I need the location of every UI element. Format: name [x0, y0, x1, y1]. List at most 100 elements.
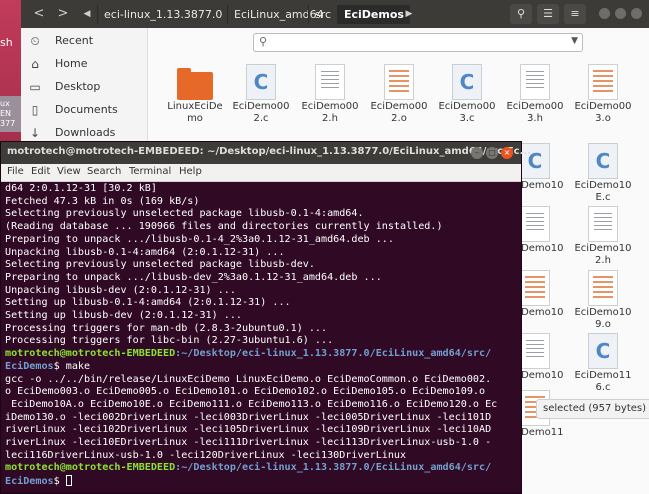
file-item[interactable]: EciDemo00 3.h: [503, 60, 567, 130]
minimize-icon: –: [475, 148, 479, 157]
file-item[interactable]: EciDemo00 2.c: [229, 60, 293, 130]
triangle-right-icon: ▶: [405, 9, 413, 19]
menu-file[interactable]: File: [7, 166, 24, 177]
menu-help[interactable]: Help: [179, 166, 202, 177]
terminal-line: Unpacking libusb-dev (2:0.1.12-31) ...: [5, 284, 236, 296]
file-item[interactable]: EciDemo10 2.h: [571, 202, 635, 272]
terminal-line: Preparing to unpack .../libusb-dev_2%3a0…: [5, 271, 382, 283]
terminal-title: motrotech@motrotech-EMBEDEED: ~/Desktop/…: [7, 146, 532, 157]
minimize-button[interactable]: [599, 8, 610, 19]
menu-edit[interactable]: Edit: [31, 166, 50, 177]
path-scroll-right-button[interactable]: ▶: [399, 4, 419, 24]
terminal-line: leci116DriverLinux-usb-1.0 -leci120Drive…: [5, 449, 407, 461]
chevron-left-icon: <: [33, 6, 45, 21]
file-name: EciDemo00 3.c: [438, 101, 496, 124]
file-item[interactable]: EciDemo00 2.o: [367, 60, 431, 130]
file-item[interactable]: EciDemo10 9.o: [571, 266, 635, 336]
triangle-left-icon: ◀: [83, 9, 91, 19]
chevron-down-icon[interactable]: ▼: [571, 36, 578, 46]
prompt-line: EciDemos$: [5, 475, 519, 489]
text-cursor: [65, 475, 72, 487]
maximize-button[interactable]: [615, 8, 626, 19]
file-name: LinuxEciDe mo: [167, 101, 223, 124]
prompt-end: $: [53, 476, 66, 488]
terminal-close-button[interactable]: ×: [501, 147, 513, 159]
h-file-icon: [520, 206, 550, 242]
h-file-icon: [520, 64, 550, 100]
sidebar-item-label: Documents: [55, 103, 118, 116]
prompt-path: EciDemos: [5, 476, 54, 488]
sidebar-item-label: Home: [55, 57, 88, 70]
terminal-line: o EciDemo003.o EciDemo005.o EciDemo101.o…: [5, 386, 486, 398]
file-item[interactable]: EciDemo10 E.c: [571, 139, 635, 209]
h-file-icon: [520, 333, 550, 369]
file-name: EciDemo10 9.o: [574, 307, 632, 330]
menu-view[interactable]: View: [57, 166, 81, 177]
home-icon: ⌂: [31, 57, 39, 71]
path-scroll-left-button[interactable]: ◀: [77, 4, 97, 24]
file-name: EciDemo00 3.h: [506, 101, 564, 124]
breadcrumb-src[interactable]: src: [308, 5, 337, 24]
terminal-maximize-button[interactable]: □: [486, 147, 498, 159]
folder-icon: ▭: [29, 80, 41, 94]
file-item[interactable]: EciDemo00 2.h: [298, 60, 362, 130]
close-button[interactable]: [631, 8, 642, 19]
download-icon: ↓: [29, 126, 41, 140]
terminal-titlebar[interactable]: motrotech@motrotech-EMBEDEED: ~/Desktop/…: [1, 142, 531, 164]
terminal-line: iDemo130.o -leci002DriverLinux -leci003D…: [5, 411, 492, 423]
terminal-line: (Reading database ... 190966 files and d…: [5, 221, 443, 233]
sidebar-item-documents[interactable]: ▯ Documents: [21, 99, 148, 121]
prompt-path: EciDemos: [5, 360, 54, 372]
breadcrumb-eci-linux[interactable]: eci-linux_1.13.3877.0: [97, 5, 228, 24]
clock-icon: ⏲: [30, 34, 40, 48]
sidebar-item-recent[interactable]: ⏲ Recent: [21, 30, 148, 52]
file-item[interactable]: EciDemo11 6.c: [571, 329, 635, 399]
o-file-icon: [520, 270, 550, 306]
file-name: EciDemo10 E.c: [574, 180, 632, 203]
forward-button[interactable]: >: [53, 4, 73, 24]
o-file-icon: [588, 270, 618, 306]
document-icon: ▯: [31, 103, 39, 117]
h-file-icon: [315, 64, 345, 100]
sidebar-item-label: Downloads: [55, 126, 116, 139]
hamburger-icon: ≡: [570, 7, 580, 20]
desktop-thumbnail[interactable]: ux EN 377: [0, 96, 21, 132]
file-item[interactable]: EciDemo00 3.o: [571, 60, 635, 130]
terminal-window: motrotech@motrotech-EMBEDEED: ~/Desktop/…: [0, 141, 531, 494]
prompt-line: motrotech@motrotech-EMBEDEED:~/Desktop/e…: [5, 462, 519, 475]
list-view-icon: ☰: [543, 7, 553, 20]
sidebar-item-label: Desktop: [55, 80, 101, 93]
terminal-line: Setting up libusb-0.1-4:amd64 (2:0.1.12-…: [5, 297, 291, 309]
terminal-line: d64 2:0.1.12-31 [30.2 kB]: [5, 183, 157, 194]
maximize-icon: □: [488, 148, 496, 157]
file-name: EciDemo11 6.c: [574, 370, 632, 393]
folder-icon: [177, 68, 213, 100]
menu-terminal[interactable]: Terminal: [129, 166, 171, 177]
search-icon: ⚲: [516, 7, 526, 20]
view-options-button[interactable]: ☰: [537, 4, 559, 24]
terminal-line: Unpacking libusb-0.1-4:amd64 (2:0.1.12-3…: [5, 246, 285, 258]
prompt-path: :~/Desktop/eci-linux_1.13.3877.0/EciLinu…: [175, 348, 492, 360]
back-button[interactable]: <: [29, 4, 49, 24]
o-file-icon: [588, 64, 618, 100]
terminal-output[interactable]: d64 2:0.1.12-31 [30.2 kB] Fetched 47.3 kB…: [5, 183, 519, 493]
file-item[interactable]: EciDemo00 3.c: [435, 60, 499, 130]
terminal-minimize-button[interactable]: –: [471, 147, 483, 159]
search-button[interactable]: ⚲: [510, 4, 532, 24]
terminal-line: Selecting previously unselected package …: [5, 259, 315, 271]
search-input[interactable]: ⚲ ▼: [253, 33, 583, 52]
file-name: EciDemo00 2.c: [232, 101, 290, 124]
c-file-icon: [452, 64, 482, 100]
sidebar-item-desktop[interactable]: ▭ Desktop: [21, 76, 148, 98]
file-item[interactable]: LinuxEciDe mo: [163, 60, 227, 130]
close-icon: ×: [503, 148, 511, 157]
menu-search[interactable]: Search: [87, 166, 121, 177]
sidebar-item-home[interactable]: ⌂ Home: [21, 53, 148, 75]
prompt-path: :~/Desktop/eci-linux_1.13.3877.0/EciLinu…: [175, 462, 492, 474]
menu-button[interactable]: ≡: [564, 4, 586, 24]
prompt-user: motrotech@motrotech-EMBEDEED: [5, 462, 176, 474]
c-file-icon: [246, 64, 276, 100]
sidebar-item-label: Recent: [55, 34, 94, 47]
c-file-icon: [588, 333, 618, 369]
terminal-menubar: File Edit View Search Terminal Help: [1, 164, 521, 182]
